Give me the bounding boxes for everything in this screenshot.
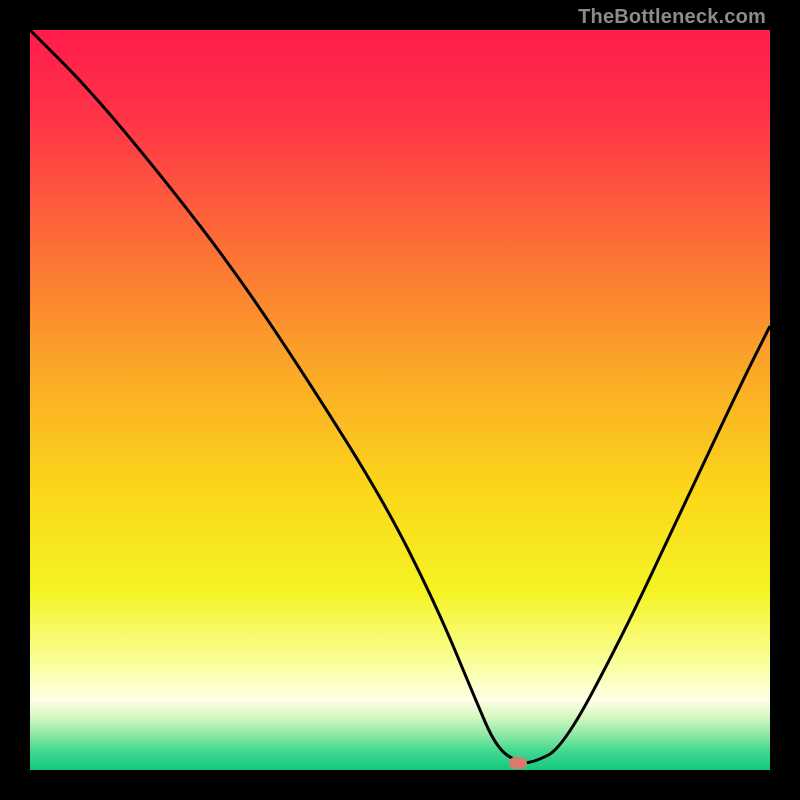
watermark-text: TheBottleneck.com — [578, 6, 766, 29]
chart-container: TheBottleneck.com — [0, 0, 800, 800]
bottleneck-curve — [30, 30, 770, 770]
plot-area — [30, 30, 770, 770]
optimal-marker — [509, 757, 527, 769]
curve-path — [30, 30, 770, 763]
